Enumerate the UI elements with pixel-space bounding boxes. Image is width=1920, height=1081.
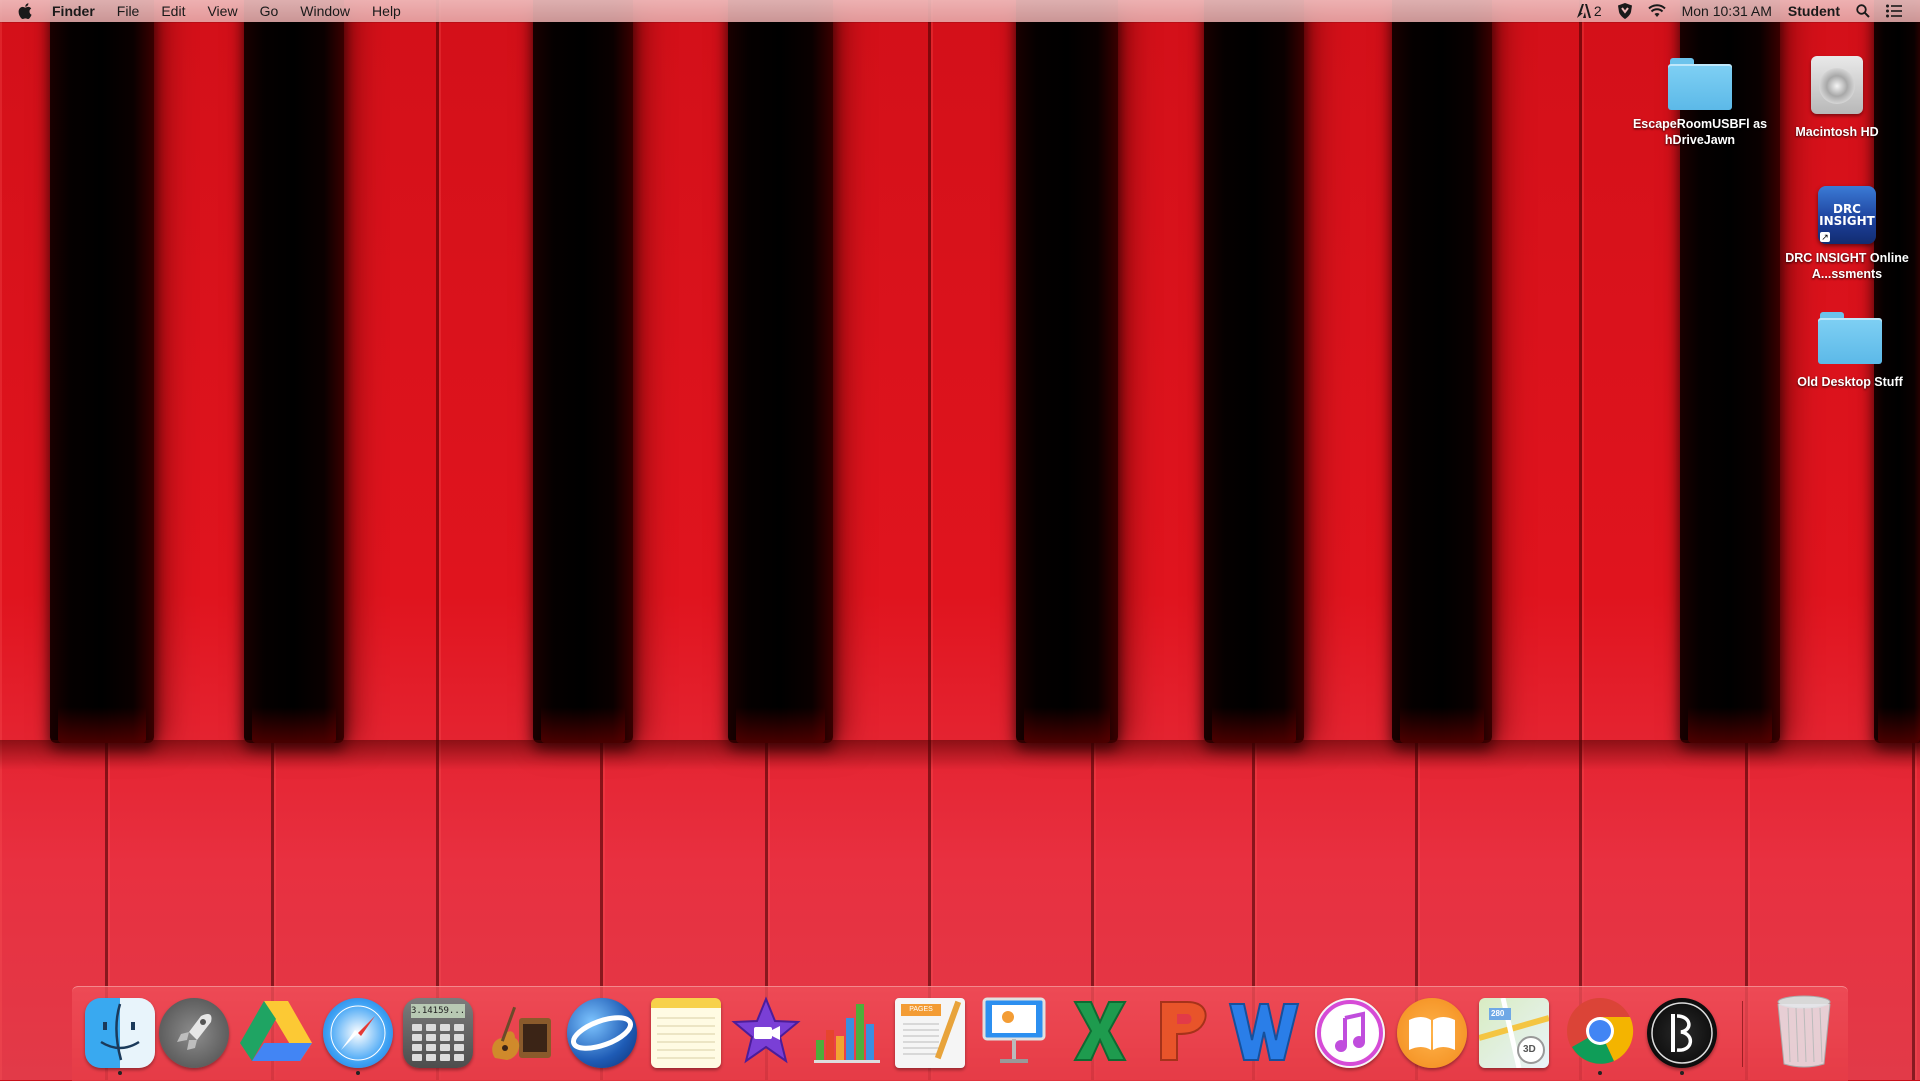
dock-item-notes[interactable] <box>648 995 724 1071</box>
dock-item-pages[interactable]: PAGES <box>892 995 968 1071</box>
adobe-status-item[interactable]: 2 <box>1569 0 1610 22</box>
dock-item-google-drive[interactable] <box>238 995 314 1071</box>
adobe-count: 2 <box>1593 3 1602 19</box>
dock-item-trash[interactable] <box>1766 995 1842 1071</box>
folder-icon <box>1818 312 1882 364</box>
menu-window[interactable]: Window <box>289 0 361 22</box>
word-icon <box>1228 996 1300 1071</box>
adobe-icon <box>1576 4 1591 18</box>
dock-item-itunes[interactable] <box>1312 995 1388 1071</box>
dock-item-finder[interactable] <box>82 995 158 1075</box>
drc-insight-icon: DRC INSIGHT ↗ <box>1818 186 1876 244</box>
piano-black-key <box>533 0 633 743</box>
piano-black-key <box>244 0 344 743</box>
desktop-icon-label: Old Desktop Stuff <box>1797 375 1903 389</box>
desktop-icon-escaperoom-folder[interactable]: EscapeRoomUSBFl ashDriveJawn <box>1625 58 1775 148</box>
drc-insight-icon-text: DRC INSIGHT <box>1819 202 1875 228</box>
trash-icon <box>1772 994 1836 1073</box>
launchpad-icon <box>159 998 229 1068</box>
apple-icon[interactable] <box>18 2 36 20</box>
dock-item-microsoft-excel[interactable] <box>1062 995 1138 1071</box>
desktop-icon-drc-insight[interactable]: DRC INSIGHT ↗ DRC INSIGHT Online A...ssm… <box>1772 186 1920 282</box>
b-circle-icon <box>1647 998 1717 1068</box>
dock-item-google-earth[interactable] <box>564 995 640 1071</box>
running-indicator <box>1598 1071 1602 1075</box>
excel-icon <box>1065 996 1135 1071</box>
dock-item-keynote[interactable] <box>976 995 1052 1071</box>
dock-item-microsoft-word[interactable] <box>1226 995 1302 1071</box>
dock-item-student-app[interactable] <box>1644 995 1720 1075</box>
dock-separator <box>1742 1001 1743 1067</box>
spotlight-search-icon[interactable] <box>1848 0 1878 22</box>
hard-drive-icon <box>1807 54 1867 118</box>
dock-item-google-chrome[interactable] <box>1562 995 1638 1075</box>
maps-route-label: 280 <box>1491 1009 1505 1018</box>
dock-item-calculator[interactable]: 3.14159... <box>400 995 476 1071</box>
imovie-icon <box>730 995 802 1072</box>
menu-help[interactable]: Help <box>361 0 412 22</box>
dock-item-safari[interactable] <box>320 995 396 1075</box>
running-indicator <box>356 1071 360 1075</box>
piano-black-key <box>50 0 154 743</box>
dock-item-microsoft-powerpoint[interactable] <box>1144 995 1220 1071</box>
piano-black-key <box>1392 0 1492 743</box>
safari-icon <box>323 998 393 1068</box>
piano-black-key <box>728 0 833 743</box>
desktop-icon-label: EscapeRoomUSBFl ashDriveJawn <box>1632 117 1768 147</box>
folder-icon <box>1668 58 1732 110</box>
maps-icon: 280 3D <box>1478 997 1550 1069</box>
ibooks-icon <box>1397 998 1467 1068</box>
fast-user-switch[interactable]: Student <box>1780 0 1848 22</box>
desktop-icon-label: Macintosh HD <box>1795 125 1879 139</box>
menu-edit[interactable]: Edit <box>150 0 196 22</box>
alias-arrow-icon: ↗ <box>1820 232 1830 242</box>
maps-3d-badge: 3D <box>1523 1044 1536 1055</box>
dock-item-launchpad[interactable] <box>156 995 232 1071</box>
menu-bar: Finder File Edit View Go Window Help 2 M… <box>0 0 1920 22</box>
notes-icon <box>651 998 721 1068</box>
running-indicator <box>118 1071 122 1075</box>
shield-icon[interactable] <box>1610 0 1640 22</box>
powerpoint-icon <box>1147 996 1217 1071</box>
google-earth-icon <box>567 998 637 1068</box>
desktop-icon-old-desktop-stuff[interactable]: Old Desktop Stuff <box>1775 312 1920 390</box>
finder-icon <box>85 998 155 1068</box>
menu-view[interactable]: View <box>196 0 248 22</box>
dock: 3.14159... PAGES 280 3D <box>72 986 1848 1081</box>
dock-item-numbers[interactable] <box>812 995 888 1071</box>
notification-center-icon[interactable] <box>1878 0 1910 22</box>
desktop-wallpaper <box>0 0 1920 1080</box>
menu-file[interactable]: File <box>106 0 151 22</box>
menubar-clock[interactable]: Mon 10:31 AM <box>1674 0 1780 22</box>
desktop-icon-macintosh-hd[interactable]: Macintosh HD <box>1762 54 1912 140</box>
keynote-icon <box>978 995 1050 1072</box>
dock-item-garageband[interactable] <box>482 995 558 1071</box>
app-menu-finder[interactable]: Finder <box>42 0 106 22</box>
itunes-icon <box>1315 998 1385 1068</box>
chrome-icon <box>1564 995 1636 1072</box>
pages-icon: PAGES <box>895 998 965 1068</box>
numbers-icon <box>814 996 886 1071</box>
desktop-icon-label: DRC INSIGHT Online A...ssments <box>1785 251 1909 281</box>
google-drive-icon <box>240 999 312 1068</box>
menu-go[interactable]: Go <box>249 0 290 22</box>
dock-item-ibooks[interactable] <box>1394 995 1470 1071</box>
wifi-icon[interactable] <box>1640 0 1674 22</box>
dock-item-imovie[interactable] <box>728 995 804 1071</box>
piano-black-key <box>1204 0 1304 743</box>
running-indicator <box>1680 1071 1684 1075</box>
piano-black-key <box>1016 0 1118 743</box>
garageband-icon <box>485 998 555 1068</box>
dock-item-maps[interactable]: 280 3D <box>1476 995 1552 1071</box>
calculator-icon: 3.14159... <box>403 998 473 1068</box>
